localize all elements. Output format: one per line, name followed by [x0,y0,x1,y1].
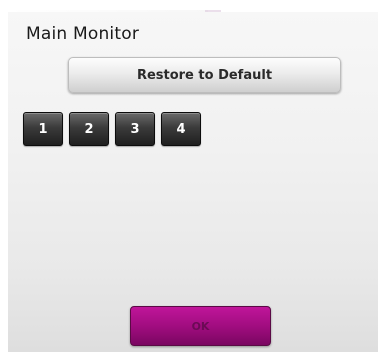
monitor-3-button[interactable]: 3 [115,112,155,146]
monitor-1-button[interactable]: 1 [23,112,63,146]
ok-button[interactable]: OK [130,306,271,346]
restore-to-default-button[interactable]: Restore to Default [68,57,341,93]
monitor-2-button[interactable]: 2 [69,112,109,146]
monitor-4-button[interactable]: 4 [161,112,201,146]
dialog-title: Main Monitor [26,24,140,44]
monitor-selector: 1 2 3 4 [23,112,201,146]
